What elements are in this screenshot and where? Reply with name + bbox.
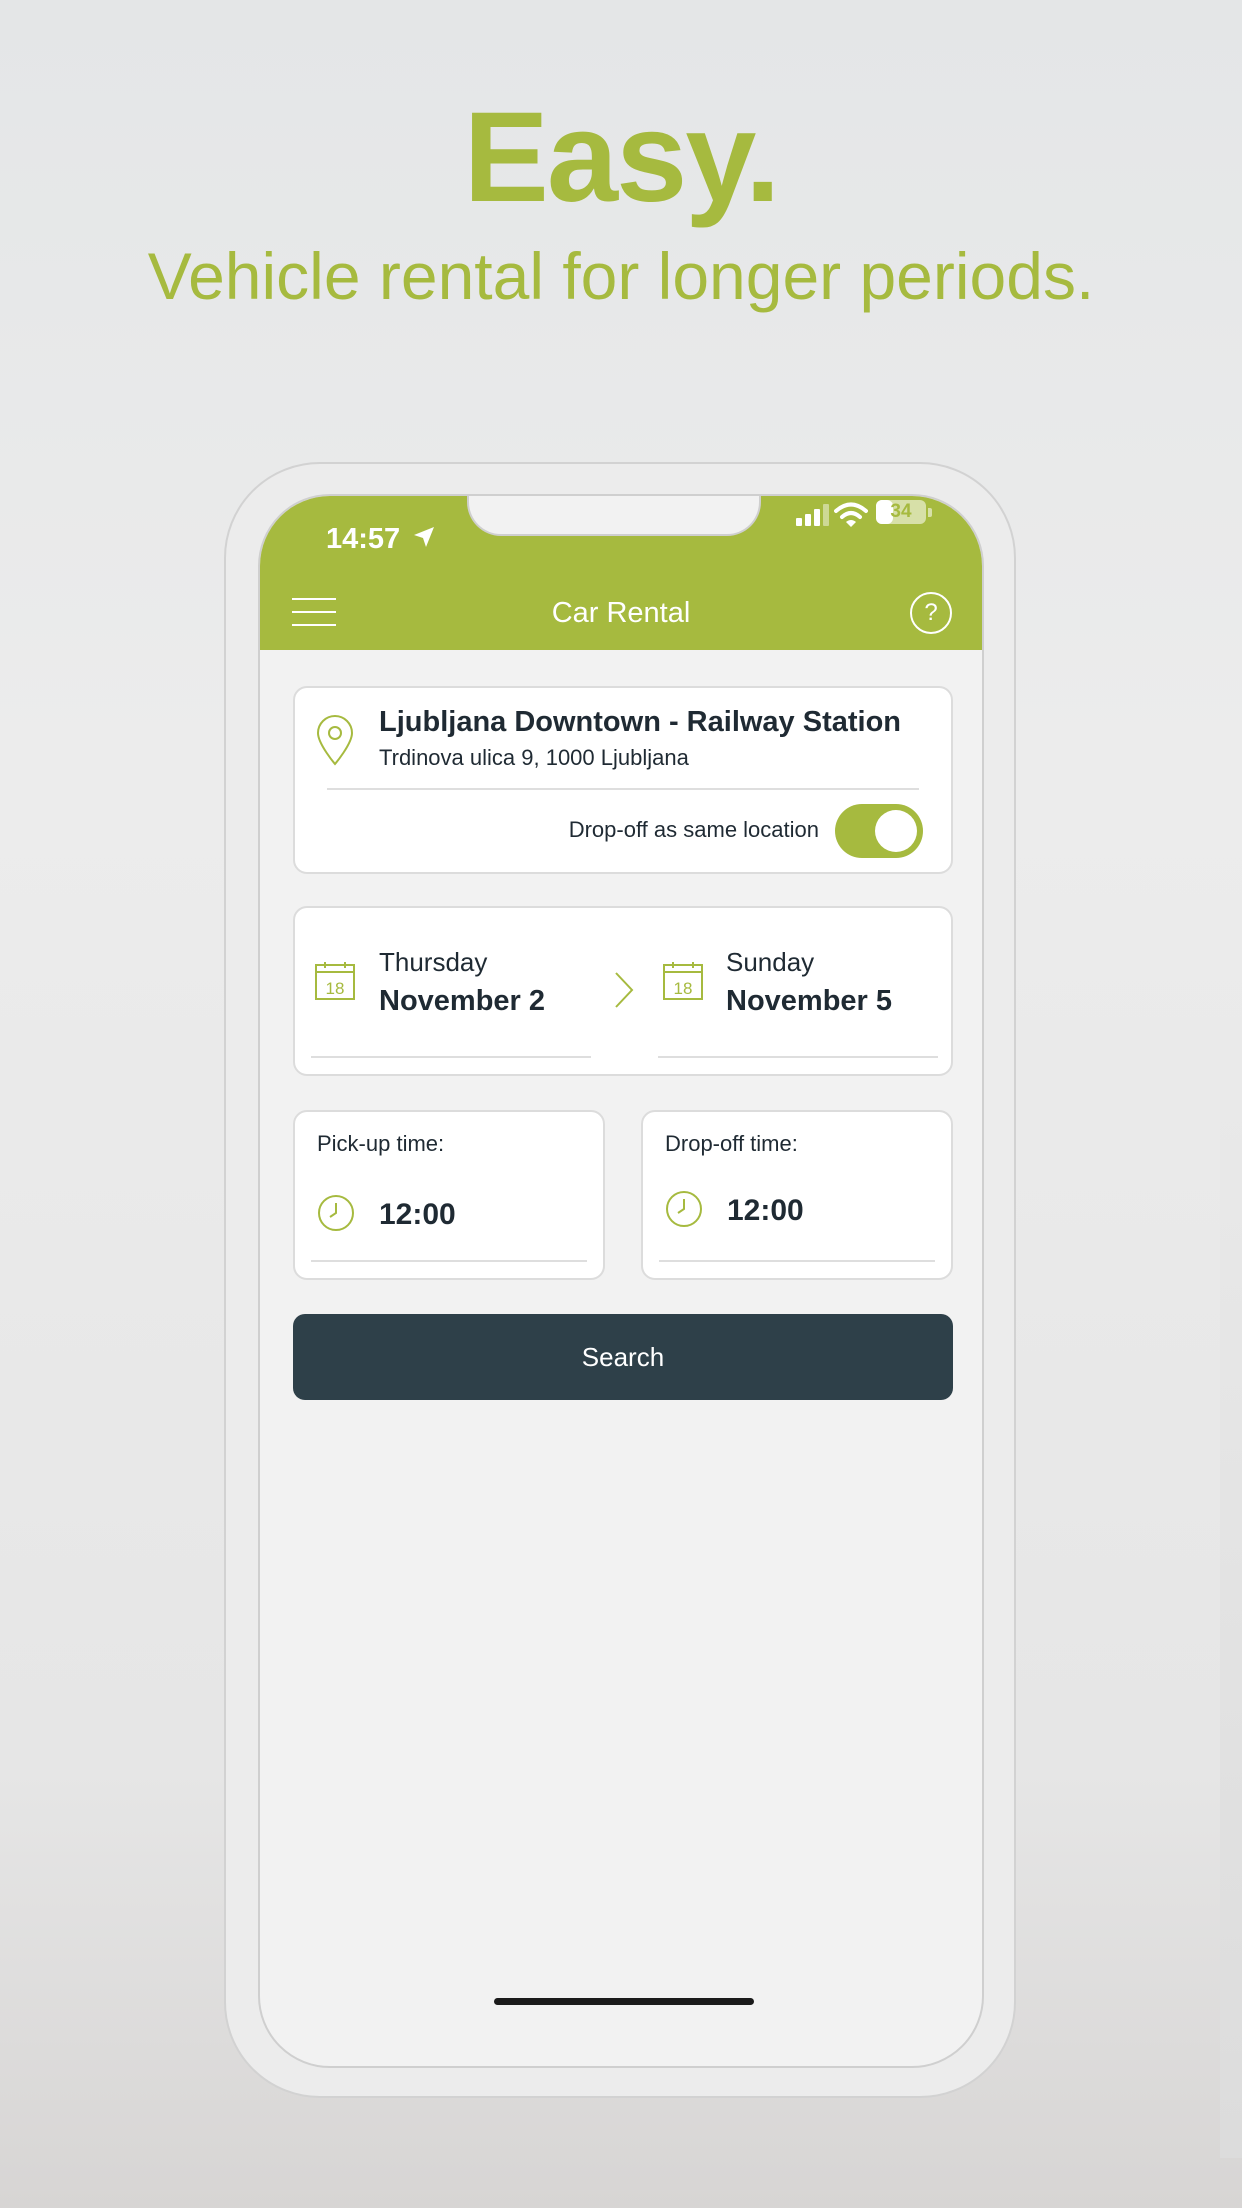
clock-icon — [317, 1194, 355, 1237]
toggle-knob — [875, 810, 917, 852]
dropoff-time-underline — [659, 1260, 935, 1262]
pickup-location-card[interactable]: Ljubljana Downtown - Railway Station Trd… — [293, 686, 953, 874]
status-time: 14:57 — [326, 523, 401, 555]
same-dropoff-label: Drop-off as same location — [568, 817, 819, 842]
battery-percent: 34 — [890, 501, 912, 522]
chevron-right-icon — [613, 970, 635, 1015]
pickup-date-underline — [311, 1056, 591, 1058]
dropoff-day[interactable]: Sunday — [726, 946, 814, 978]
pickup-time-label: Pick-up time: — [317, 1131, 445, 1156]
dropoff-time-label: Drop-off time: — [665, 1131, 798, 1156]
location-divider — [327, 788, 919, 790]
dropoff-time-value: 12:00 — [727, 1194, 804, 1227]
search-button[interactable]: Search — [293, 1314, 953, 1400]
phone-screen: 14:57 34 Car Rental ? Ljubljana Downtown… — [258, 494, 984, 2068]
app-title: Car Rental — [551, 597, 691, 629]
promo-subline: Vehicle rental for longer periods. — [147, 239, 1095, 313]
battery-icon: 34 — [876, 500, 926, 524]
rental-dates-card: 18 Thursday November 2 18 Sunday Novembe… — [293, 906, 953, 1076]
home-indicator[interactable] — [494, 1998, 754, 2005]
pickup-time-value: 12:00 — [379, 1198, 456, 1231]
wifi-icon — [834, 502, 868, 533]
location-address: Trdinova ulica 9, 1000 Ljubljana — [379, 745, 689, 770]
dropoff-date-underline — [658, 1056, 938, 1058]
pickup-time-card[interactable]: Pick-up time: 12:00 — [293, 1110, 605, 1280]
help-icon[interactable]: ? — [910, 592, 952, 634]
calendar-icon-number: 18 — [674, 979, 693, 998]
promo-headline: Easy. — [463, 86, 781, 229]
dropoff-time-card[interactable]: Drop-off time: 12:00 — [641, 1110, 953, 1280]
device-notch — [467, 496, 761, 536]
calendar-icon-number: 18 — [326, 979, 345, 998]
calendar-icon[interactable]: 18 — [663, 962, 703, 1005]
clock-icon — [665, 1190, 703, 1233]
location-name: Ljubljana Downtown - Railway Station — [379, 706, 902, 738]
dropoff-date[interactable]: November 5 — [726, 984, 892, 1018]
battery-tip — [928, 508, 932, 517]
cellular-signal-icon — [796, 504, 830, 531]
map-pin-icon — [315, 714, 355, 771]
pickup-time-underline — [311, 1260, 587, 1262]
calendar-icon[interactable]: 18 — [315, 962, 355, 1005]
location-arrow-icon — [412, 525, 436, 554]
same-dropoff-toggle[interactable] — [835, 804, 923, 858]
background-edge — [1220, 1100, 1242, 2158]
pickup-date[interactable]: November 2 — [379, 984, 545, 1018]
pickup-day[interactable]: Thursday — [379, 946, 487, 978]
